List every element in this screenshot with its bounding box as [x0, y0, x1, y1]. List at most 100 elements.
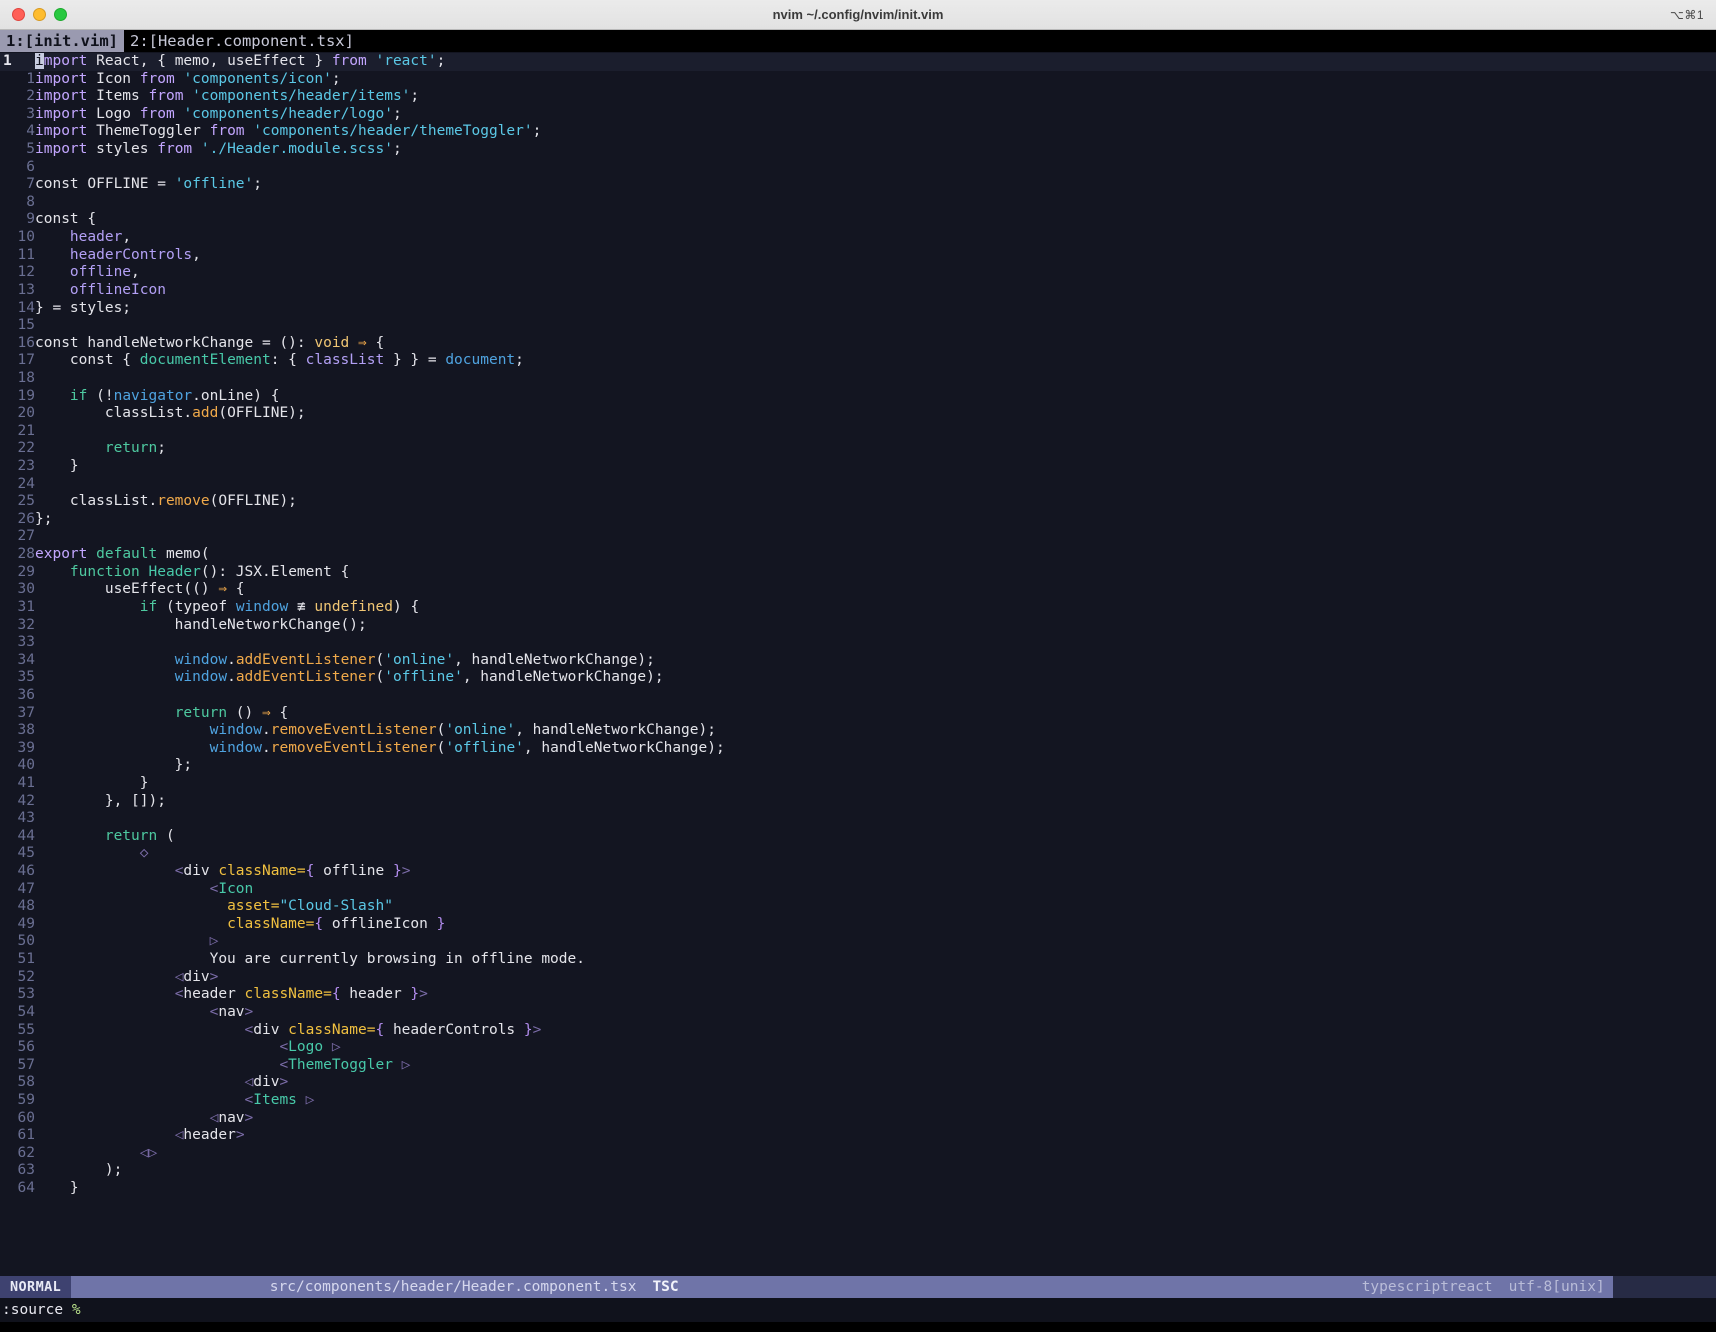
code-line[interactable]: 63 ); [0, 1162, 1716, 1180]
nvim-window: nvim ~/.config/nvim/init.vim ⌥⌘1 1:[init… [0, 0, 1716, 1332]
code-line[interactable]: 40 }; [0, 757, 1716, 775]
code-line[interactable]: 43 [0, 810, 1716, 828]
code-line[interactable]: 29 function Header(): JSX.Element { [0, 564, 1716, 582]
code-line[interactable]: 52 ◁div> [0, 969, 1716, 987]
code-line[interactable]: 37 return () ⇒ { [0, 705, 1716, 723]
tabline[interactable]: 1:[init.vim] 2:[Header.component.tsx] [0, 30, 1716, 52]
code-line[interactable]: 30 useEffect(() ⇒ { [0, 581, 1716, 599]
line-number: 55 [17, 1021, 35, 1038]
code-line[interactable]: 54 <nav> [0, 1004, 1716, 1022]
code-line[interactable]: 34 window.addEventListener('online', han… [0, 652, 1716, 670]
line-number: 4 [26, 123, 35, 140]
code-line[interactable]: 16 const handleNetworkChange = (): void ⇒… [0, 335, 1716, 353]
code-line[interactable]: 56 <Logo ▷ [0, 1039, 1716, 1057]
bottom-filler [0, 1322, 1716, 1332]
line-number: 1 [3, 53, 12, 69]
tab-init-vim[interactable]: 1:[init.vim] [0, 30, 124, 52]
status-git-branch[interactable]: ⑂ update-workbox [71, 1276, 262, 1332]
code-line[interactable]: 35 window.addEventListener('offline', ha… [0, 669, 1716, 687]
code-line[interactable]: 23 } [0, 458, 1716, 476]
code-line[interactable]: 45 ◇ [0, 845, 1716, 863]
maximize-light[interactable] [54, 8, 67, 21]
code-line[interactable]: 28 export default memo( [0, 546, 1716, 564]
code-line[interactable]: 24 [0, 476, 1716, 494]
code-line[interactable]: 58 ◁div> [0, 1074, 1716, 1092]
code-line[interactable]: 4 import ThemeToggler from 'components/he… [0, 123, 1716, 141]
command-line[interactable]: :source % [0, 1298, 1716, 1322]
code-line[interactable]: 19 if (!navigator.onLine) { [0, 388, 1716, 406]
code-line[interactable]: 39 window.removeEventListener('offline',… [0, 740, 1716, 758]
code-line[interactable]: 44 return ( [0, 828, 1716, 846]
line-number: 39 [17, 739, 35, 756]
status-encoding: utf-8[unix] [1508, 1279, 1605, 1295]
line-number: 22 [17, 440, 35, 457]
code-buffer[interactable]: 1 import React, { memo, useEffect } from … [0, 52, 1716, 1276]
code-line[interactable]: 51 You are currently browsing in offline… [0, 951, 1716, 969]
code-line[interactable]: 32 handleNetworkChange(); [0, 617, 1716, 635]
code-line[interactable]: 9 const { [0, 211, 1716, 229]
code-line[interactable]: 36 [0, 687, 1716, 705]
line-number: 5 [26, 141, 35, 158]
line-number: 57 [17, 1056, 35, 1073]
code-line-text: window.addEventListener('online', handle… [174, 651, 655, 668]
code-line[interactable]: 57 <ThemeToggler ▷ [0, 1057, 1716, 1075]
code-line[interactable]: 12 offline, [0, 264, 1716, 282]
code-line-text: <div className={ headerControls }> [244, 1021, 542, 1038]
code-line-text: classList.add(OFFLINE); [35, 405, 306, 422]
code-line[interactable]: 1 import Icon from 'components/icon'; [0, 71, 1716, 89]
code-line[interactable]: 55 <div className={ headerControls }> [0, 1022, 1716, 1040]
code-line-text: export default memo( [35, 546, 210, 563]
code-line[interactable]: 38 window.removeEventListener('online', … [0, 722, 1716, 740]
code-line[interactable]: 41 } [0, 775, 1716, 793]
code-line[interactable]: 22 return; [0, 440, 1716, 458]
line-number: 43 [17, 810, 35, 827]
code-line[interactable]: 11 headerControls, [0, 247, 1716, 265]
code-line[interactable]: 2 import Items from 'components/header/it… [0, 88, 1716, 106]
code-line[interactable]: 31 if (typeof window ≢ undefined) { [0, 599, 1716, 617]
code-line[interactable]: 5 import styles from './Header.module.scs… [0, 141, 1716, 159]
line-number: 46 [17, 863, 35, 880]
code-line[interactable]: 46 <div className={ offline }> [0, 863, 1716, 881]
code-line[interactable]: 64 } [0, 1180, 1716, 1198]
line-number: 1 [26, 70, 35, 87]
code-line[interactable]: 8 [0, 194, 1716, 212]
minimize-light[interactable] [33, 8, 46, 21]
code-line[interactable]: 33 [0, 634, 1716, 652]
code-line[interactable]: 60 ◁nav> [0, 1110, 1716, 1128]
code-line[interactable]: 59 <Items ▷ [0, 1092, 1716, 1110]
code-line-text: const { documentElement: { classList } }… [35, 352, 524, 369]
code-line[interactable]: 48 asset="Cloud-Slash" [0, 898, 1716, 916]
code-line[interactable]: 21 [0, 423, 1716, 441]
line-number: 49 [17, 915, 35, 932]
code-line[interactable]: 62 ◁▷ [0, 1145, 1716, 1163]
code-line[interactable]: 6 [0, 159, 1716, 177]
code-line[interactable]: 14} = styles; [0, 300, 1716, 318]
traffic-lights[interactable] [12, 8, 67, 21]
line-number: 40 [17, 757, 35, 774]
code-line[interactable]: 47 <Icon [0, 881, 1716, 899]
code-line[interactable]: 10 header, [0, 229, 1716, 247]
code-line[interactable]: 1 import React, { memo, useEffect } from … [0, 53, 1716, 71]
code-line-text: ◁header> [174, 1127, 245, 1144]
code-line[interactable]: 27 [0, 528, 1716, 546]
code-line[interactable]: 3 import Logo from 'components/header/log… [0, 106, 1716, 124]
code-line[interactable]: 15 [0, 317, 1716, 335]
code-line[interactable]: 20 classList.add(OFFLINE); [0, 405, 1716, 423]
code-line[interactable]: 50 ▷ [0, 933, 1716, 951]
code-line[interactable]: 26}; [0, 511, 1716, 529]
code-line-text: return () ⇒ { [174, 704, 289, 721]
code-line-text: import ThemeToggler from 'components/hea… [35, 123, 542, 140]
code-line-text: <div className={ offline }> [174, 863, 411, 880]
code-line[interactable]: 13 offlineIcon [0, 282, 1716, 300]
line-number: 56 [17, 1039, 35, 1056]
code-line[interactable]: 7 const OFFLINE = 'offline'; [0, 176, 1716, 194]
code-line[interactable]: 25 classList.remove(OFFLINE); [0, 493, 1716, 511]
code-line[interactable]: 53 <header className={ header }> [0, 986, 1716, 1004]
code-line[interactable]: 61 ◁header> [0, 1127, 1716, 1145]
close-light[interactable] [12, 8, 25, 21]
code-line[interactable]: 49 className={ offlineIcon } [0, 916, 1716, 934]
tab-header-component-tsx[interactable]: 2:[Header.component.tsx] [124, 30, 360, 52]
code-line[interactable]: 18 [0, 370, 1716, 388]
code-line[interactable]: 42 }, []); [0, 793, 1716, 811]
code-line[interactable]: 17 const { documentElement: { classList … [0, 352, 1716, 370]
